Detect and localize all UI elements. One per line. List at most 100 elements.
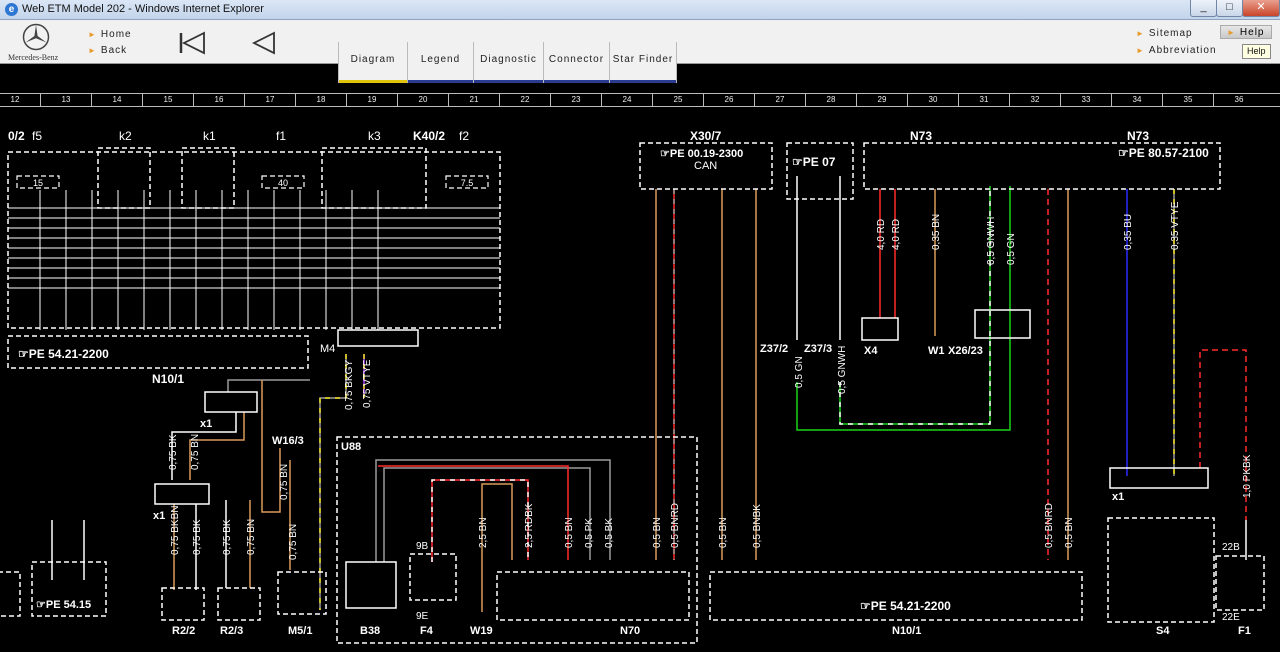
etm-toolbar: Mercedes-Benz ► Home ► Back Diagram Legend… bbox=[0, 20, 1280, 83]
wire-gauge-label: 0,75 BN bbox=[246, 519, 257, 555]
ruler-cell: 12 bbox=[0, 94, 41, 106]
wiring-diagram[interactable]: 15 40 7.5 0/2 f5 k2 k1 f1 k3 K40/2 f2 ☞PE 54.21-220… bbox=[0, 107, 1280, 652]
component-label: k3 bbox=[368, 129, 381, 143]
mercedes-star-icon bbox=[22, 23, 50, 51]
wire-gauge-label: 0,35 VTYE bbox=[1170, 201, 1181, 250]
component-label: X26/23 bbox=[948, 345, 983, 357]
arrow-right-icon: ► bbox=[1136, 46, 1145, 55]
sitemap-link[interactable]: ► Sitemap bbox=[1136, 28, 1193, 39]
tab-label: Diagram bbox=[350, 54, 396, 65]
relay-k3-box bbox=[321, 147, 427, 209]
column-ruler: 12 13 14 15 16 17 18 19 20 21 22 23 24 25 26 27 28 29 30 31… bbox=[0, 93, 1280, 107]
component-label: M5/1 bbox=[288, 625, 312, 637]
component-label: 22B bbox=[1222, 542, 1240, 553]
tab-star-finder[interactable]: Star Finder bbox=[609, 42, 677, 83]
wire-gauge-label: 0,5 GN bbox=[1006, 233, 1017, 265]
wire bbox=[796, 186, 1011, 431]
component-label: f1 bbox=[276, 129, 286, 143]
tab-indicator bbox=[339, 80, 407, 83]
wire-gauge-label: 0,5 BN bbox=[718, 517, 729, 548]
component-label: R2/2 bbox=[172, 625, 195, 637]
arrow-right-icon: ► bbox=[88, 30, 97, 39]
ruler-cell: 34 bbox=[1110, 94, 1163, 106]
wire-gauge-label: 0,75 BKBN bbox=[170, 506, 181, 555]
wire-gauge-label: 0,35 BU bbox=[1123, 214, 1134, 250]
wire-gauge-label: 0,5 BN bbox=[652, 517, 663, 548]
component-label: 9B bbox=[416, 541, 429, 552]
window-title: Web ETM Model 202 - Windows Internet Exp… bbox=[22, 3, 264, 15]
component-label: x1 bbox=[1112, 491, 1124, 503]
ruler-cell: 30 bbox=[906, 94, 959, 106]
wire-gauge-label: 0,5 BK bbox=[604, 518, 615, 548]
component-label: N70 bbox=[620, 625, 640, 637]
tab-diagram[interactable]: Diagram bbox=[338, 42, 407, 83]
n70-box bbox=[496, 571, 690, 621]
tab-label: Legend bbox=[420, 54, 461, 65]
tab-label: Star Finder bbox=[612, 54, 674, 65]
wire-gauge-label: 0,75 BN bbox=[288, 524, 299, 560]
ruler-cell: 33 bbox=[1059, 94, 1112, 106]
f4-box bbox=[409, 553, 457, 601]
wire-gauge-label: 0,75 VTYE bbox=[362, 359, 373, 408]
help-button[interactable]: ► Help bbox=[1220, 25, 1272, 39]
x4-box bbox=[861, 317, 899, 341]
component-label: Z37/3 bbox=[804, 343, 832, 355]
relay-k1-box bbox=[181, 147, 235, 209]
component-label: 9E bbox=[416, 611, 429, 622]
first-page-icon[interactable] bbox=[178, 31, 206, 55]
arrow-right-icon: ► bbox=[1227, 28, 1236, 37]
x1-connector-box bbox=[204, 391, 258, 413]
component-label: R2/3 bbox=[220, 625, 243, 637]
fuse-value: 7.5 bbox=[461, 178, 474, 188]
ruler-cell: 36 bbox=[1212, 94, 1265, 106]
ruler-cell: 15 bbox=[141, 94, 194, 106]
wire-bkgy bbox=[319, 354, 347, 610]
tab-indicator bbox=[474, 80, 543, 83]
tab-indicator bbox=[408, 80, 473, 83]
b38-box bbox=[345, 561, 397, 609]
back-link[interactable]: ► Back bbox=[88, 45, 127, 56]
ruler-cell: 27 bbox=[753, 94, 806, 106]
fuse-value: 40 bbox=[278, 178, 288, 188]
f1-box bbox=[1215, 555, 1265, 611]
close-button[interactable]: ✕ bbox=[1242, 0, 1280, 17]
ie-icon: e bbox=[5, 3, 18, 16]
help-tooltip: Help bbox=[1242, 44, 1271, 59]
component-label: M4 bbox=[320, 343, 335, 355]
minimize-button[interactable]: _ bbox=[1190, 0, 1217, 17]
wire bbox=[227, 379, 310, 392]
sitemap-label: Sitemap bbox=[1148, 28, 1193, 39]
abbreviation-link[interactable]: ► Abbreviation bbox=[1136, 45, 1217, 56]
component-label: K40/2 bbox=[413, 129, 445, 143]
page-ref-pe-00-19: ☞PE 00.19-2300 bbox=[660, 148, 743, 160]
component-label: W1 bbox=[928, 345, 945, 357]
tab-connector[interactable]: Connector bbox=[543, 42, 609, 83]
tab-legend[interactable]: Legend bbox=[407, 42, 473, 83]
previous-page-icon[interactable] bbox=[252, 31, 276, 55]
ruler-cell: 13 bbox=[39, 94, 92, 106]
tab-indicator bbox=[610, 80, 676, 83]
wire-gauge-label: 0,5 BNBK bbox=[752, 504, 763, 548]
maximize-button[interactable]: □ bbox=[1216, 0, 1243, 17]
arrow-right-icon: ► bbox=[1136, 29, 1145, 38]
left-cut-box bbox=[0, 571, 21, 617]
wire-gauge-label: 0,75 BKGY bbox=[344, 360, 355, 410]
page-ref-pe-07: ☞PE 07 bbox=[792, 155, 836, 169]
component-label: 22E bbox=[1222, 612, 1240, 623]
x1-connector-box bbox=[154, 483, 210, 505]
window-titlebar: e Web ETM Model 202 - Windows Internet E… bbox=[0, 0, 1280, 20]
tab-diagnostic[interactable]: Diagnostic bbox=[473, 42, 543, 83]
ruler-cell: 20 bbox=[396, 94, 449, 106]
wire-gauge-label: 1,0 PKBK bbox=[1242, 454, 1253, 498]
component-label: W19 bbox=[470, 625, 493, 637]
ruler-cell: 28 bbox=[804, 94, 857, 106]
wire-bkgy-stripe bbox=[319, 354, 347, 610]
ruler-cell: 21 bbox=[447, 94, 500, 106]
component-label: W16/3 bbox=[272, 435, 304, 447]
tab-label: Diagnostic bbox=[480, 54, 537, 65]
home-link[interactable]: ► Home bbox=[88, 29, 132, 40]
ruler-cell: 25 bbox=[651, 94, 704, 106]
component-label: N73 bbox=[1127, 129, 1149, 143]
ruler-cell: 16 bbox=[192, 94, 245, 106]
wire-gauge-label: 0,75 BK bbox=[168, 434, 179, 470]
